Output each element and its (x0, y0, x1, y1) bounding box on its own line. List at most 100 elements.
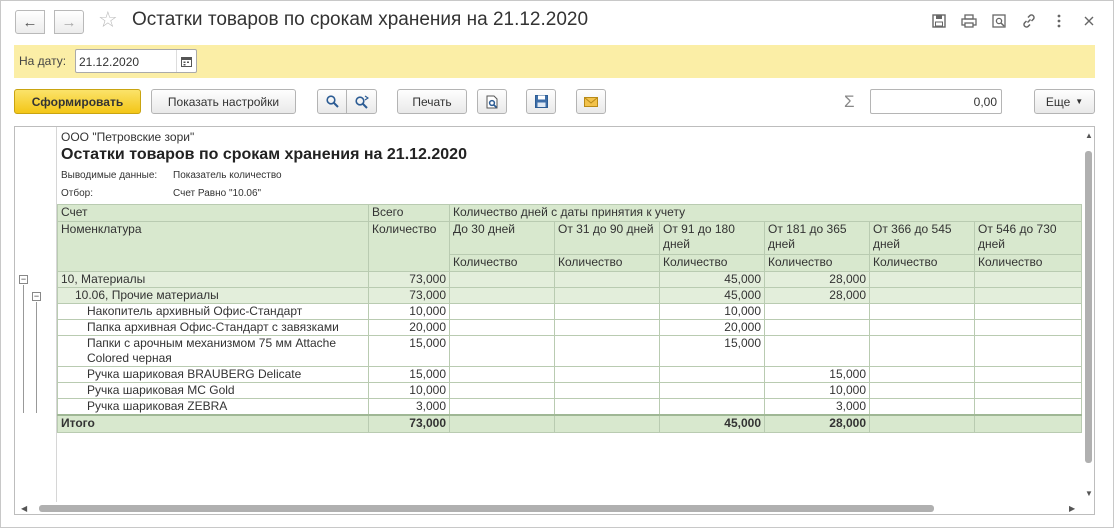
table-row[interactable]: Ручка шариковая MC Gold 10,000 10,000 (57, 382, 1083, 399)
header-period: От 546 до 730 дней (973, 221, 1083, 255)
vertical-scroll-thumb[interactable] (1085, 151, 1092, 463)
scroll-left-icon[interactable]: ◀ (21, 504, 27, 513)
row-period-value (554, 366, 660, 383)
output-value: Показатель количество (173, 170, 282, 181)
tree-line (36, 302, 37, 413)
table-row[interactable]: Ручка шариковая BRAUBERG Delicate 15,000 1… (57, 366, 1083, 383)
row-total: 15,000 (368, 366, 450, 383)
header-qty: Количество (449, 254, 555, 272)
header-qty: Количество (973, 254, 1083, 272)
row-name: Накопитель архивный Офис-Стандарт (57, 303, 369, 320)
row-period-value (554, 287, 660, 304)
header-item: Номенклатура (57, 221, 369, 272)
row-period-value (973, 382, 1083, 399)
header-qty: Количество (869, 254, 975, 272)
row-name: 10.06, Прочие материалы (57, 287, 369, 304)
row-period-value (449, 398, 555, 416)
row-period-value (973, 287, 1083, 304)
scroll-up-icon[interactable]: ▲ (1085, 131, 1093, 140)
arrow-right-icon: → (61, 13, 77, 31)
save-report-button[interactable] (526, 89, 556, 114)
row-period-value (449, 319, 555, 336)
forward-button[interactable]: → (54, 10, 84, 34)
send-email-button[interactable] (576, 89, 606, 114)
row-period-value (869, 335, 975, 367)
report-area[interactable]: − − ООО "Петровские зори" Остатки товаро… (14, 126, 1095, 515)
header-period: До 30 дней (449, 221, 555, 255)
row-total: 73,000 (368, 287, 450, 304)
total-period: 45,000 (659, 414, 765, 433)
row-period-value: 3,000 (764, 398, 870, 416)
horizontal-scrollbar[interactable]: ◀ ▶ (15, 502, 1082, 514)
row-period-value (869, 287, 975, 304)
table-row[interactable]: Ручка шариковая ZEBRA 3,000 3,000 (57, 398, 1083, 416)
horizontal-scroll-thumb[interactable] (39, 505, 934, 512)
collapse-group-icon[interactable]: − (19, 275, 28, 284)
row-period-value (554, 319, 660, 336)
total-label: Итого (57, 414, 369, 433)
save-icon[interactable] (929, 12, 949, 30)
star-icon[interactable]: ☆ (98, 8, 118, 32)
print-icon[interactable] (959, 12, 979, 30)
row-period-value (973, 366, 1083, 383)
link-icon[interactable] (1019, 12, 1039, 30)
row-period-value: 15,000 (659, 335, 765, 367)
total-period: 28,000 (764, 414, 870, 433)
search-next-button[interactable] (346, 89, 377, 114)
header-qty: Количество (764, 254, 870, 272)
preview-icon[interactable] (989, 12, 1009, 30)
row-period-value (554, 382, 660, 399)
search-button[interactable] (317, 89, 347, 114)
table-row[interactable]: 10.06, Прочие материалы 73,000 45,000 28,00… (57, 287, 1083, 304)
total-period (449, 414, 555, 433)
row-name: Папка архивная Офис-Стандарт с завязками (57, 319, 369, 336)
generate-button[interactable]: Сформировать (14, 89, 141, 114)
header-qty: Количество (554, 254, 660, 272)
show-settings-button[interactable]: Показать настройки (151, 89, 296, 114)
report-title: Остатки товаров по срокам хранения на 21… (61, 146, 467, 163)
row-period-value: 15,000 (764, 366, 870, 383)
window-title: Остатки товаров по срокам хранения на 21… (132, 9, 589, 30)
calendar-icon[interactable] (176, 50, 196, 72)
more-vertical-icon[interactable] (1049, 12, 1069, 30)
total-period (554, 414, 660, 433)
header-period: От 91 до 180 дней (659, 221, 765, 255)
more-button[interactable]: Еще ▼ (1034, 89, 1095, 114)
scroll-down-icon[interactable]: ▼ (1085, 489, 1093, 498)
scroll-right-icon[interactable]: ▶ (1069, 504, 1075, 513)
collapse-subgroup-icon[interactable]: − (32, 292, 41, 301)
print-button[interactable]: Печать (397, 89, 467, 114)
row-period-value (764, 319, 870, 336)
close-icon[interactable] (1079, 12, 1099, 30)
date-input[interactable]: 21.12.2020 (75, 49, 197, 73)
table-row[interactable]: Накопитель архивный Офис-Стандарт 10,000 1… (57, 303, 1083, 320)
output-label: Выводимые данные: (61, 170, 158, 181)
row-period-value (869, 319, 975, 336)
table-row[interactable]: 10, Материалы 73,000 45,000 28,000 (57, 271, 1083, 288)
row-period-value (554, 303, 660, 320)
header-period: От 366 до 545 дней (869, 221, 975, 255)
table-row[interactable]: Папка архивная Офис-Стандарт с завязками… (57, 319, 1083, 336)
row-period-value (973, 271, 1083, 288)
row-total: 20,000 (368, 319, 450, 336)
row-total: 10,000 (368, 382, 450, 399)
row-period-value (973, 303, 1083, 320)
row-period-value (869, 366, 975, 383)
header-qty: Количество (659, 254, 765, 272)
arrow-left-icon: ← (22, 13, 38, 31)
row-period-value (449, 335, 555, 367)
row-period-value (449, 271, 555, 288)
sum-field[interactable]: 0,00 (870, 89, 1002, 114)
print-preview-icon (486, 95, 497, 108)
table-row[interactable]: Папки с арочным механизмом 75 мм Attache… (57, 335, 1083, 367)
row-period-value: 10,000 (764, 382, 870, 399)
date-label: На дату: (19, 54, 67, 68)
row-period-value (869, 382, 975, 399)
preview-button[interactable] (477, 89, 507, 114)
back-button[interactable]: ← (15, 10, 45, 34)
vertical-scrollbar[interactable]: ▲ ▼ (1082, 127, 1094, 502)
row-period-value (973, 335, 1083, 367)
row-period-value (764, 303, 870, 320)
row-period-value: 10,000 (659, 303, 765, 320)
row-name: Ручка шариковая MC Gold (57, 382, 369, 399)
